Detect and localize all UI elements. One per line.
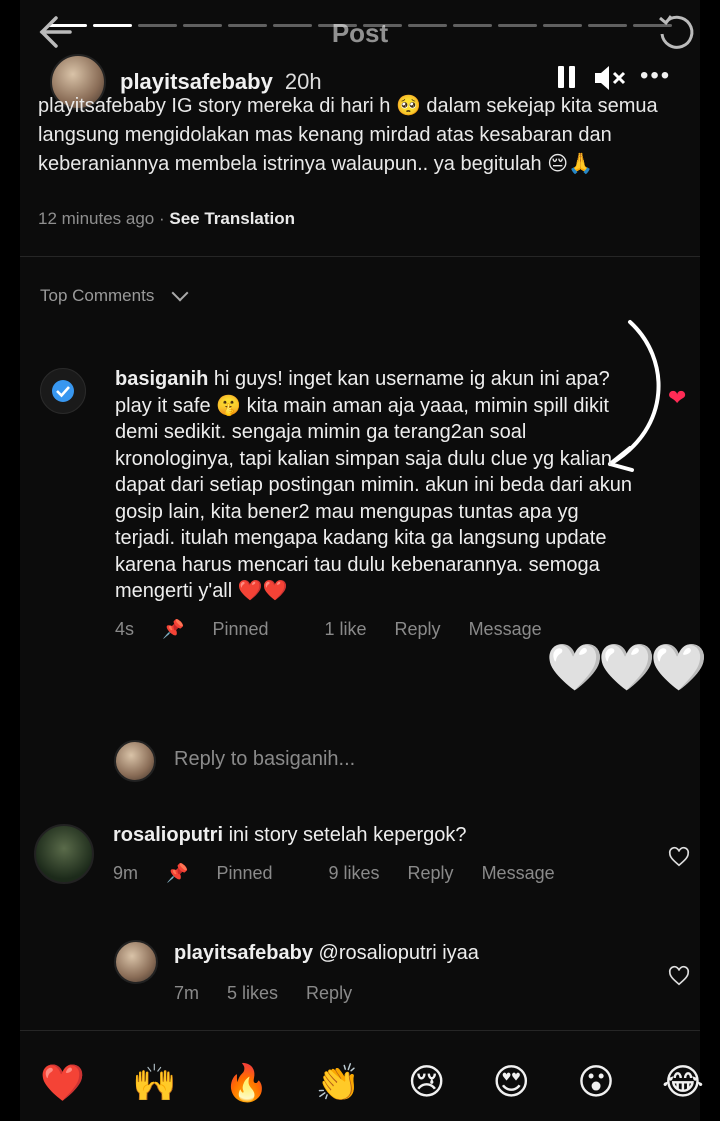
reply-playitsafebaby: playitsafebaby @rosalioputri iyaa 7m 5 l… <box>174 940 654 1004</box>
likes-count[interactable]: 9 likes <box>329 863 380 884</box>
comment-meta: 9m 📌 Pinned 9 likes Reply Message <box>113 863 633 884</box>
like-heart-icon[interactable] <box>668 965 690 987</box>
comment-text: hi guys! inget kan username ig akun ini … <box>115 368 632 602</box>
comment-text: @rosalioputri iyaa <box>318 942 479 964</box>
pinned-label: Pinned <box>216 862 273 883</box>
divider <box>20 256 700 257</box>
emoji-raised-hands[interactable]: 🙌 <box>132 1062 177 1104</box>
comment-username[interactable]: rosalioputri <box>113 824 223 846</box>
caption-meta: 12 minutes ago · See Translation <box>38 209 296 228</box>
comment-meta: 7m 5 likes Reply <box>174 983 654 1004</box>
message-button[interactable]: Message <box>482 863 555 884</box>
more-options-icon[interactable]: ••• <box>640 62 671 90</box>
emoji-laughing[interactable]: 😂 <box>662 1062 704 1104</box>
top-comments-dropdown[interactable]: Top Comments <box>40 284 189 306</box>
emoji-clapping[interactable]: 👏 <box>316 1062 361 1104</box>
comment-username[interactable]: playitsafebaby <box>174 942 313 964</box>
likes-count[interactable]: 1 like <box>325 619 367 640</box>
comment-username[interactable]: basiganih <box>115 368 208 390</box>
emoji-surprised[interactable]: 😮 <box>577 1062 615 1104</box>
pinned-label: Pinned <box>212 618 269 639</box>
top-comments-label: Top Comments <box>40 286 155 305</box>
comment-time: 4s <box>115 618 135 639</box>
emoji-red-heart[interactable]: ❤️ <box>40 1062 85 1104</box>
white-heart-icon: 🤍 <box>598 640 656 694</box>
caption-time: 12 minutes ago <box>38 209 155 228</box>
emoji-heart-eyes[interactable]: 😍 <box>493 1062 531 1104</box>
mute-icon[interactable] <box>593 64 627 92</box>
emoji-crying[interactable]: 😢 <box>408 1062 446 1104</box>
likes-count[interactable]: 5 likes <box>227 983 278 1004</box>
reply-button[interactable]: Reply <box>408 863 454 884</box>
comment-meta: 4s 📌 Pinned 1 like Reply Message <box>115 619 635 640</box>
reply-input[interactable]: Reply to basiganih... <box>174 748 355 771</box>
pin-icon: 📌 <box>162 618 185 639</box>
emoji-reaction-bar: ❤️ 🙌 🔥 👏 😢 😍 😮 😂 <box>40 1062 704 1104</box>
divider <box>20 1030 700 1031</box>
reply-button[interactable]: Reply <box>306 983 352 1004</box>
pause-icon[interactable] <box>558 66 580 93</box>
comment-time: 9m <box>113 862 139 883</box>
red-heart-icon[interactable]: ❤ <box>668 386 686 411</box>
comment-rosalioputri: rosalioputri ini story setelah kepergok?… <box>113 822 633 884</box>
post-caption: playitsafebaby IG story mereka di hari h… <box>38 95 658 175</box>
see-translation-link[interactable]: See Translation <box>169 209 295 228</box>
pin-icon: 📌 <box>166 862 189 883</box>
emoji-fire[interactable]: 🔥 <box>224 1062 269 1104</box>
verified-badge-icon <box>52 380 74 402</box>
refresh-icon[interactable] <box>654 10 698 54</box>
reply-button[interactable]: Reply <box>395 619 441 640</box>
chevron-down-icon <box>171 284 189 302</box>
commenter-avatar[interactable] <box>34 824 94 884</box>
reply-avatar <box>114 740 156 782</box>
verified-avatar[interactable] <box>40 368 86 414</box>
comment-time: 7m <box>174 982 200 1003</box>
page-title: Post <box>331 18 389 48</box>
like-heart-icon[interactable] <box>668 846 690 868</box>
comment-basiganih: basiganih hi guys! inget kan username ig… <box>115 366 635 640</box>
message-button[interactable]: Message <box>469 619 542 640</box>
comment-text: ini story setelah kepergok? <box>228 824 467 846</box>
commenter-avatar[interactable] <box>114 940 158 984</box>
white-heart-icon: 🤍 <box>546 640 604 694</box>
white-heart-icon: 🤍 <box>650 640 708 694</box>
